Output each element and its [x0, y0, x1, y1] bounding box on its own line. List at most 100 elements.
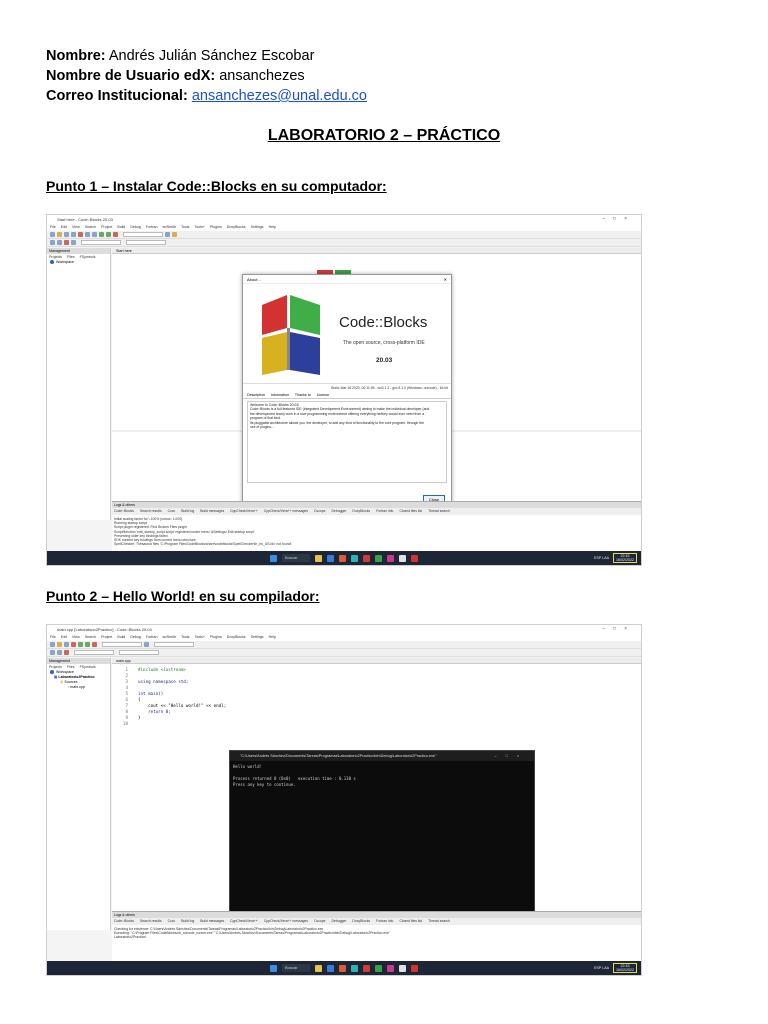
workspace-item[interactable]: Workspace — [56, 260, 74, 264]
nav-forward-icon[interactable] — [57, 240, 62, 245]
new-file-icon[interactable] — [50, 642, 55, 647]
log-tab[interactable]: Debugger — [331, 919, 346, 923]
project-item[interactable]: Laboratorio2Practico — [58, 675, 94, 679]
store-icon[interactable] — [327, 554, 334, 562]
media-icon[interactable] — [363, 554, 370, 562]
log-tab[interactable]: Fortran info — [376, 919, 393, 923]
log-tab[interactable]: Thread search — [428, 509, 450, 513]
tab-files[interactable]: Files — [67, 665, 75, 669]
log-tab[interactable]: Closed files list — [399, 509, 422, 513]
tab-start-here[interactable]: Start here — [116, 249, 132, 253]
start-icon[interactable] — [270, 554, 277, 562]
menu-item[interactable]: Plugins — [210, 225, 222, 229]
debug-icon[interactable] — [144, 642, 149, 647]
menu-item[interactable]: Debug — [130, 225, 141, 229]
codeblocks-task-icon[interactable] — [411, 964, 418, 972]
media-icon[interactable] — [363, 964, 370, 972]
log-tab[interactable]: CppCheck/Vera++ — [230, 509, 258, 513]
menu-item[interactable]: Edit — [61, 635, 67, 639]
copy-icon[interactable] — [85, 232, 90, 237]
nav-forward-icon[interactable] — [57, 650, 62, 655]
menu-item[interactable]: DoxyBlocks — [227, 225, 246, 229]
menu-item[interactable]: Help — [269, 225, 276, 229]
menu-item[interactable]: Tools+ — [194, 635, 205, 639]
log-tab[interactable]: DoxyBlocks — [352, 919, 370, 923]
menu-item[interactable]: View — [72, 225, 80, 229]
save-all-icon[interactable] — [71, 232, 76, 237]
chrome-icon[interactable] — [339, 554, 346, 562]
log-tab[interactable]: Cscope — [314, 919, 326, 923]
run-icon[interactable] — [106, 232, 111, 237]
tab-fsymbols[interactable]: FSymbols — [80, 255, 96, 259]
menu-item[interactable]: wxSmith — [163, 635, 177, 639]
language-indicator[interactable]: ESP LAA — [594, 556, 609, 560]
menu-item[interactable]: View — [72, 635, 80, 639]
email-link[interactable]: ansanchezes@unal.edu.co — [192, 88, 367, 104]
menu-item[interactable]: Fortran — [146, 225, 158, 229]
tab-projects[interactable]: Projects — [49, 255, 62, 259]
spotify-icon[interactable] — [375, 964, 382, 972]
explorer-icon[interactable] — [315, 554, 322, 562]
log-tab[interactable]: Cccc — [168, 919, 176, 923]
menu-item[interactable]: Plugins — [210, 635, 222, 639]
log-tab[interactable]: Build log — [181, 509, 194, 513]
menu-item[interactable]: Settings — [251, 635, 264, 639]
log-tab[interactable]: Search results — [140, 919, 162, 923]
log-tab[interactable]: Build messages — [200, 509, 224, 513]
scope-select[interactable] — [74, 650, 114, 655]
window-controls[interactable]: –□× — [602, 215, 635, 224]
menu-item[interactable]: Tools+ — [194, 225, 205, 229]
app2-icon[interactable] — [399, 554, 406, 562]
nav-back-icon[interactable] — [50, 240, 55, 245]
paste-icon[interactable] — [92, 232, 97, 237]
cut-icon[interactable] — [78, 232, 83, 237]
menu-item[interactable]: File — [50, 635, 56, 639]
log-tab[interactable]: Cccc — [168, 509, 176, 513]
target-select[interactable] — [102, 642, 142, 647]
menu-item[interactable]: File — [50, 225, 56, 229]
start-icon[interactable] — [270, 964, 277, 972]
menu-item[interactable]: Project — [101, 635, 112, 639]
menu-item[interactable]: Search — [85, 225, 96, 229]
target-select[interactable] — [123, 232, 163, 237]
menu-item[interactable]: Tools — [181, 635, 189, 639]
edge-icon[interactable] — [351, 964, 358, 972]
cut-icon[interactable] — [71, 642, 76, 647]
debug-icon[interactable] — [165, 232, 170, 237]
scope-select[interactable] — [81, 240, 121, 245]
log-tab[interactable]: Code::Blocks — [114, 919, 134, 923]
menu-item[interactable]: Debug — [130, 635, 141, 639]
app-icon[interactable] — [387, 964, 394, 972]
save-icon[interactable] — [64, 232, 69, 237]
clock[interactable]: 22:15 16/02/2022 — [613, 553, 637, 563]
close-icon[interactable]: ✕ — [444, 275, 447, 284]
spotify-icon[interactable] — [375, 554, 382, 562]
bookmark-icon[interactable] — [64, 240, 69, 245]
open-folder-icon[interactable] — [57, 642, 62, 647]
menu-item[interactable]: Settings — [251, 225, 264, 229]
build-icon[interactable] — [78, 642, 83, 647]
app-icon[interactable] — [387, 554, 394, 562]
step-icon[interactable] — [172, 232, 177, 237]
log-tab[interactable]: Search results — [140, 509, 162, 513]
build-icon[interactable] — [99, 232, 104, 237]
tab-files[interactable]: Files — [67, 255, 75, 259]
log-tab[interactable]: Build log — [181, 919, 194, 923]
tab-description[interactable]: Description — [247, 393, 265, 397]
log-tab[interactable]: Build messages — [200, 919, 224, 923]
taskbar-search[interactable]: Buscar — [282, 964, 310, 972]
new-file-icon[interactable] — [50, 232, 55, 237]
window-controls[interactable]: –□× — [602, 625, 635, 634]
sources-folder[interactable]: Sources — [64, 680, 77, 684]
bookmark-icon[interactable] — [64, 650, 69, 655]
menu-item[interactable]: Fortran — [146, 635, 158, 639]
codeblocks-task-icon[interactable] — [411, 554, 418, 562]
log-tab[interactable]: Debugger — [331, 509, 346, 513]
stop-icon[interactable] — [113, 232, 118, 237]
log-tab[interactable]: Cscope — [314, 509, 326, 513]
menu-item[interactable]: Search — [85, 635, 96, 639]
log-tab[interactable]: CppCheck/Vera++ messages — [264, 509, 308, 513]
open-folder-icon[interactable] — [57, 232, 62, 237]
nav-back-icon[interactable] — [50, 650, 55, 655]
log-tab[interactable]: CppCheck/Vera++ messages — [264, 919, 308, 923]
